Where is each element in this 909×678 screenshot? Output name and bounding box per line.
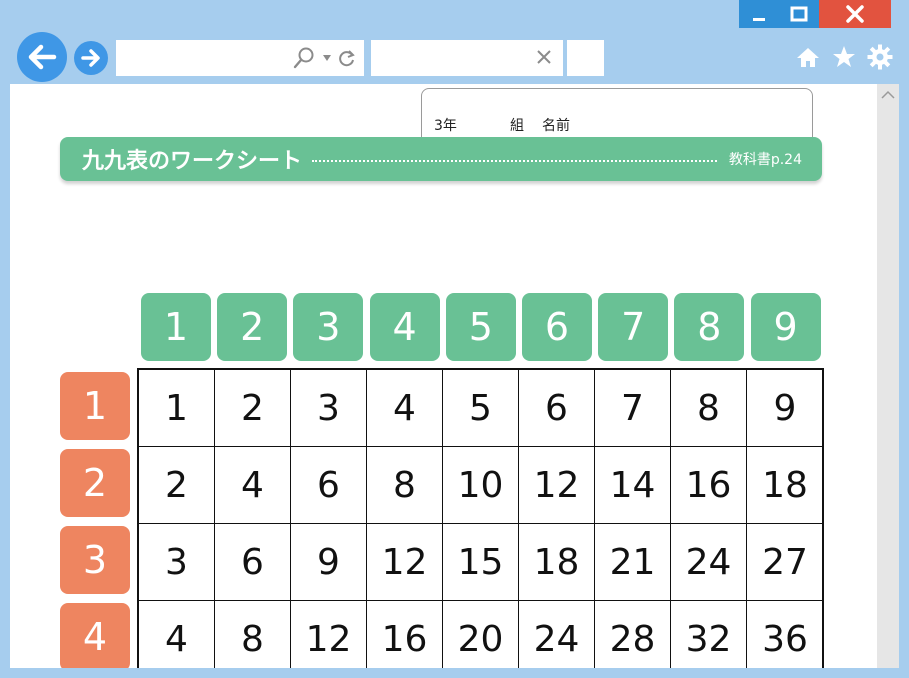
table-cell: 16 xyxy=(367,601,443,668)
maximize-button[interactable] xyxy=(779,0,819,28)
table-cell: 3 xyxy=(291,370,367,447)
table-cell: 16 xyxy=(671,447,747,524)
table-cell: 3 xyxy=(139,524,215,601)
table-cell: 12 xyxy=(519,447,595,524)
table-cell: 8 xyxy=(367,447,443,524)
new-tab-button[interactable] xyxy=(567,40,604,76)
name-label: 名前 xyxy=(542,118,570,134)
back-button[interactable] xyxy=(17,32,67,82)
table-cell: 24 xyxy=(519,601,595,668)
home-icon xyxy=(797,48,819,67)
table-cell: 4 xyxy=(139,601,215,668)
close-icon xyxy=(537,50,551,64)
title-divider xyxy=(312,160,717,162)
table-cell: 4 xyxy=(367,370,443,447)
favorites-button[interactable] xyxy=(831,44,857,70)
toolbar-icons xyxy=(795,44,893,70)
settings-button[interactable] xyxy=(867,44,893,70)
row-header: 1 xyxy=(60,372,130,440)
gear-icon xyxy=(867,44,893,70)
table-cell: 12 xyxy=(367,524,443,601)
table-cell: 2 xyxy=(139,447,215,524)
grade-label: 3年 xyxy=(434,118,457,134)
column-header: 1 xyxy=(141,293,211,361)
column-header: 4 xyxy=(369,293,440,361)
column-header: 6 xyxy=(522,293,592,361)
table-cell: 36 xyxy=(747,601,823,668)
forward-arrow-icon xyxy=(81,49,100,67)
table-cell: 9 xyxy=(291,524,367,601)
worksheet-title-bar: 九九表のワークシート 教科書p.24 xyxy=(60,137,822,181)
multiplication-table: 1 2 3 4 5 6 7 8 9 2 4 6 8 10 12 14 16 18 3 6 9 12 15 18 21 24 27 4 8… xyxy=(137,368,824,668)
worksheet-title: 九九表のワークシート xyxy=(82,149,303,174)
table-cell: 7 xyxy=(595,370,671,447)
close-icon xyxy=(846,5,864,23)
row-header: 3 xyxy=(60,526,130,594)
table-cell: 4 xyxy=(215,447,291,524)
table-cell: 10 xyxy=(443,447,519,524)
table-cell: 5 xyxy=(443,370,519,447)
column-header: 9 xyxy=(750,293,821,361)
tab-close-button[interactable] xyxy=(533,46,555,68)
refresh-icon[interactable] xyxy=(338,49,356,67)
class-label: 組 xyxy=(510,118,524,134)
column-header: 5 xyxy=(445,293,516,361)
table-cell: 9 xyxy=(747,370,823,447)
table-cell: 1 xyxy=(139,370,215,447)
maximize-icon xyxy=(790,6,808,22)
table-cell: 32 xyxy=(671,601,747,668)
table-cell: 6 xyxy=(291,447,367,524)
table-cell: 6 xyxy=(215,524,291,601)
tab-current[interactable] xyxy=(371,40,563,76)
row-header: 2 xyxy=(60,449,130,517)
table-cell: 2 xyxy=(215,370,291,447)
table-cell: 24 xyxy=(671,524,747,601)
table-cell: 15 xyxy=(443,524,519,601)
minimize-icon xyxy=(753,18,765,21)
address-bar[interactable] xyxy=(116,40,364,76)
row-header: 4 xyxy=(60,603,130,668)
table-cell: 14 xyxy=(595,447,671,524)
close-window-button[interactable] xyxy=(819,0,891,28)
forward-button[interactable] xyxy=(74,41,108,75)
scroll-up-button[interactable] xyxy=(877,84,899,106)
table-cell: 21 xyxy=(595,524,671,601)
textbook-reference: 教科書p.24 xyxy=(728,152,802,168)
table-cell: 12 xyxy=(291,601,367,668)
table-cell: 18 xyxy=(747,447,823,524)
table-cell: 6 xyxy=(519,370,595,447)
chevron-up-icon xyxy=(881,90,895,99)
search-icon[interactable] xyxy=(292,46,316,70)
back-arrow-icon xyxy=(28,44,57,70)
page-viewport: 3年 組 名前 九九表のワークシート 教科書p.24 123456789 123… xyxy=(10,84,877,668)
table-cell: 18 xyxy=(519,524,595,601)
table-cell: 20 xyxy=(443,601,519,668)
table-cell: 8 xyxy=(671,370,747,447)
star-icon xyxy=(833,46,855,67)
table-cell: 28 xyxy=(595,601,671,668)
dropdown-icon[interactable] xyxy=(322,53,332,63)
column-header: 8 xyxy=(674,293,745,361)
minimize-button[interactable] xyxy=(739,0,779,28)
table-cell: 27 xyxy=(747,524,823,601)
vertical-scrollbar[interactable] xyxy=(877,84,899,668)
column-header: 2 xyxy=(217,293,288,361)
column-header: 7 xyxy=(598,293,669,361)
home-button[interactable] xyxy=(795,44,821,70)
address-tools xyxy=(292,40,356,76)
table-cell: 8 xyxy=(215,601,291,668)
column-header: 3 xyxy=(293,293,364,361)
window-controls xyxy=(739,0,891,28)
